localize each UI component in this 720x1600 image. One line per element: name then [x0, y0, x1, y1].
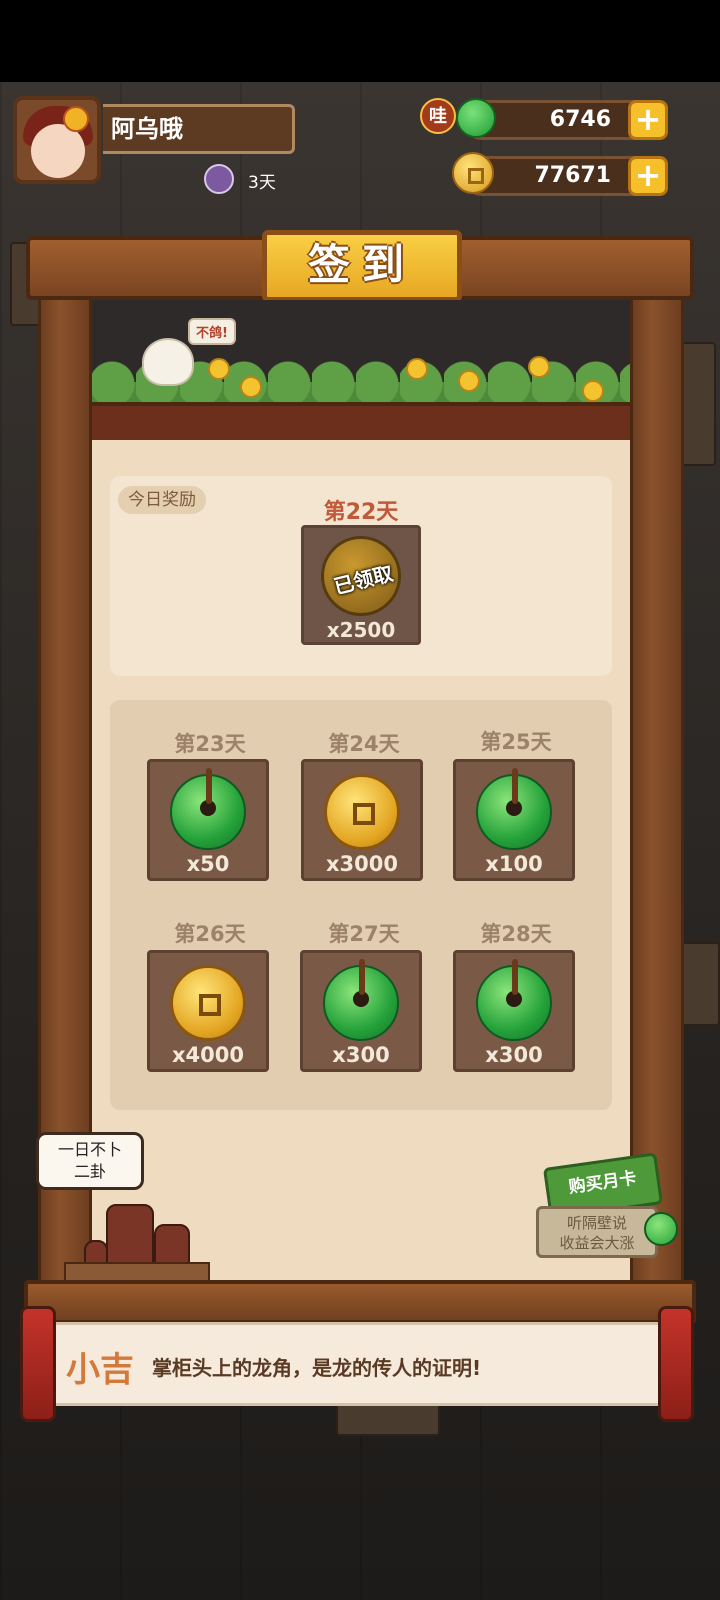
player-avatar[interactable]	[13, 96, 101, 184]
login-days: 3天	[248, 173, 276, 193]
coin-icon	[170, 965, 246, 1041]
jade-amount: 6746	[549, 107, 611, 132]
reward-quantity: x100	[485, 852, 543, 876]
reward-card-day23[interactable]: x50	[147, 759, 269, 881]
shelf	[64, 1262, 210, 1282]
frame-floor-beam	[24, 1280, 696, 1324]
day-label-24: 第24天	[328, 732, 400, 756]
status-bar	[0, 0, 720, 82]
coin-icon	[452, 152, 494, 194]
month-card-hint-line1: 听隔壁说	[566, 1214, 627, 1232]
chick-mascot	[142, 338, 194, 386]
vase-icon	[106, 1204, 154, 1268]
day-label-27: 第27天	[328, 922, 400, 946]
chick-bubble: 不鸽!	[188, 318, 236, 345]
month-card-hint: 听隔壁说 收益会大涨	[536, 1206, 658, 1258]
scroll-end-right	[658, 1306, 694, 1422]
reward-card-day26[interactable]: x4000	[147, 950, 269, 1072]
day-label-28: 第28天	[480, 922, 552, 946]
jade-icon	[476, 959, 552, 1041]
checkin-title: 签到	[262, 230, 462, 302]
month-card-hint-line2: 收益会大涨	[559, 1234, 635, 1252]
reward-quantity: x300	[332, 1043, 390, 1067]
day-label-26: 第26天	[174, 922, 246, 946]
reward-quantity: x300	[485, 1043, 543, 1067]
jade-pendant-icon	[644, 1212, 678, 1246]
reward-quantity: x3000	[326, 852, 398, 876]
reward-card-day28[interactable]: x300	[453, 950, 575, 1072]
wa-badge: 哇	[420, 98, 456, 134]
player-name: 阿乌哦	[103, 104, 295, 154]
today-reward-tag: 今日奖励	[118, 486, 206, 514]
speech-line-2: 二卦	[73, 1162, 106, 1181]
scene-trim	[92, 402, 630, 440]
reward-card-day27[interactable]: x300	[300, 950, 422, 1072]
dialog-text: 掌柜头上的龙角，是龙的传人的证明!	[152, 1356, 482, 1380]
coin-amount: 77671	[534, 163, 611, 188]
jade-icon	[456, 98, 496, 138]
jade-icon	[323, 959, 399, 1041]
reward-quantity: x50	[186, 852, 230, 876]
coin-icon	[324, 774, 400, 850]
today-reward-card[interactable]: 已领取 x2500	[301, 525, 421, 645]
add-coin-button[interactable]: +	[628, 156, 668, 196]
reward-quantity: x2500	[326, 618, 396, 642]
companion-icon	[204, 164, 234, 194]
reward-card-day24[interactable]: x3000	[301, 759, 423, 881]
day-label-23: 第23天	[174, 732, 246, 756]
jade-icon	[476, 768, 552, 850]
speech-line-1: 一日不卜	[57, 1140, 122, 1159]
month-card-sign[interactable]: 购买月卡 听隔壁说 收益会大涨	[536, 1150, 678, 1270]
dialog-speaker: 小吉	[66, 1350, 134, 1390]
day-label-25: 第25天	[480, 730, 552, 754]
add-jade-button[interactable]: +	[628, 100, 668, 140]
garden-scene: 不鸽!	[92, 300, 630, 402]
scroll-end-left	[20, 1306, 56, 1422]
fortune-speech-bubble: 一日不卜 二卦	[36, 1132, 144, 1190]
frame-post-right	[630, 240, 684, 1300]
jade-icon	[170, 768, 246, 850]
reward-quantity: x4000	[172, 1043, 244, 1067]
today-day-label: 第22天	[323, 500, 399, 525]
reward-card-day25[interactable]: x100	[453, 759, 575, 881]
